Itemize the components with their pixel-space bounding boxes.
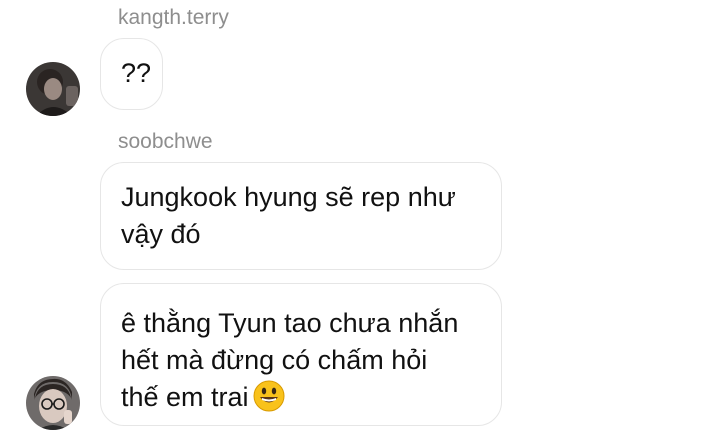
message-bubble[interactable]: ?? — [100, 38, 163, 110]
message-text-line: ?? — [121, 58, 152, 88]
message-text-line: Jungkook hyung sẽ rep như — [121, 182, 456, 212]
avatar[interactable] — [26, 376, 80, 430]
avatar-photo-icon — [26, 376, 80, 430]
grinning-face-emoji-icon — [253, 380, 285, 422]
message-bubble[interactable]: Jungkook hyung sẽ rep như vậy đó — [100, 162, 502, 270]
message-bubble[interactable]: ê thằng Tyun tao chưa nhắn hết mà đừng c… — [100, 283, 502, 426]
message-text-line: ê thằng Tyun tao chưa nhắn — [121, 308, 459, 338]
message-text-line: vậy đó — [121, 219, 201, 249]
message-text-segment: thế em trai — [121, 382, 249, 412]
avatar-photo-icon — [26, 62, 80, 116]
avatar[interactable] — [26, 62, 80, 116]
message-text-line: thế em trai — [121, 379, 501, 422]
sender-name[interactable]: kangth.terry — [118, 6, 229, 30]
sender-name[interactable]: soobchwe — [118, 130, 213, 154]
message-text-line: hết mà đừng có chấm hỏi — [121, 345, 428, 375]
